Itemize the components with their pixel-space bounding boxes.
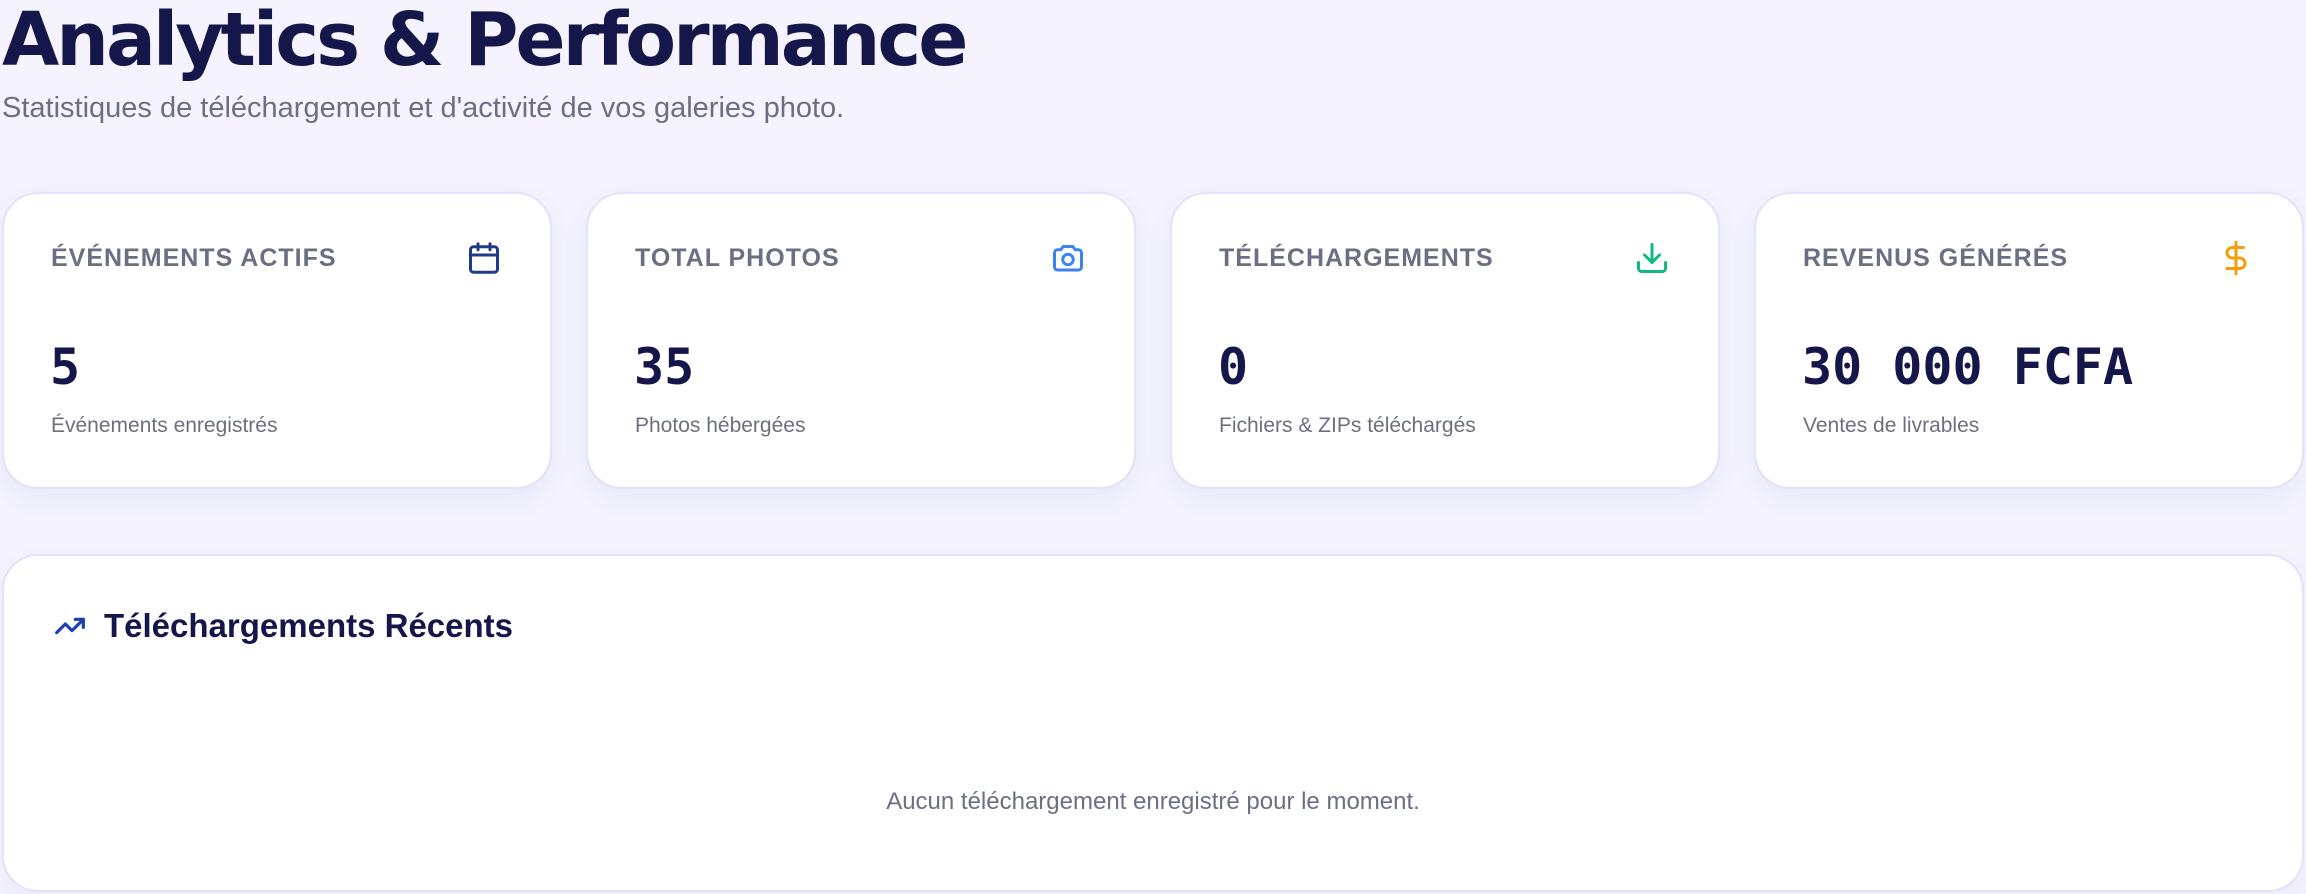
stat-caption: Événements enregistrés	[51, 414, 278, 437]
recent-downloads-panel: Téléchargements Récents Aucun télécharge…	[2, 554, 2304, 892]
stat-caption: Fichiers & ZIPs téléchargés	[1219, 414, 1476, 437]
trending-up-icon	[54, 610, 86, 642]
page-title: Analytics & Performance	[2, 0, 968, 83]
calendar-icon	[466, 240, 502, 276]
dollar-icon	[2218, 240, 2254, 276]
stat-card-photos: TOTAL PHOTOS 35 Photos hébergées	[586, 192, 1136, 489]
stat-card-events: ÉVÉNEMENTS ACTIFS 5 Événements enregistr…	[2, 192, 552, 489]
page-header: Analytics & Performance Statistiques de …	[2, 0, 968, 126]
stat-value: 30 000 FCFA	[1802, 338, 2134, 396]
stat-value: 5	[50, 338, 81, 396]
stat-label: REVENUS GÉNÉRÉS	[1803, 244, 2069, 272]
panel-title: Téléchargements Récents	[104, 607, 514, 644]
stat-value: 35	[634, 338, 695, 396]
empty-state-message: Aucun téléchargement enregistré pour le …	[886, 788, 1420, 815]
panel-header: Téléchargements Récents	[54, 606, 513, 646]
stat-card-revenue: REVENUS GÉNÉRÉS 30 000 FCFA Ventes de li…	[1754, 192, 2304, 489]
page-subtitle: Statistiques de téléchargement et d'acti…	[2, 92, 845, 124]
download-icon	[1634, 240, 1670, 276]
stat-caption: Photos hébergées	[635, 414, 806, 437]
stats-row: ÉVÉNEMENTS ACTIFS 5 Événements enregistr…	[2, 192, 2304, 489]
stat-label: TOTAL PHOTOS	[635, 244, 840, 272]
camera-icon	[1050, 240, 1086, 276]
stat-label: ÉVÉNEMENTS ACTIFS	[51, 244, 337, 272]
stat-value: 0	[1218, 338, 1249, 396]
stat-card-downloads: TÉLÉCHARGEMENTS 0 Fichiers & ZIPs téléch…	[1170, 192, 1720, 489]
stat-caption: Ventes de livrables	[1803, 414, 1980, 437]
stat-label: TÉLÉCHARGEMENTS	[1219, 244, 1494, 272]
